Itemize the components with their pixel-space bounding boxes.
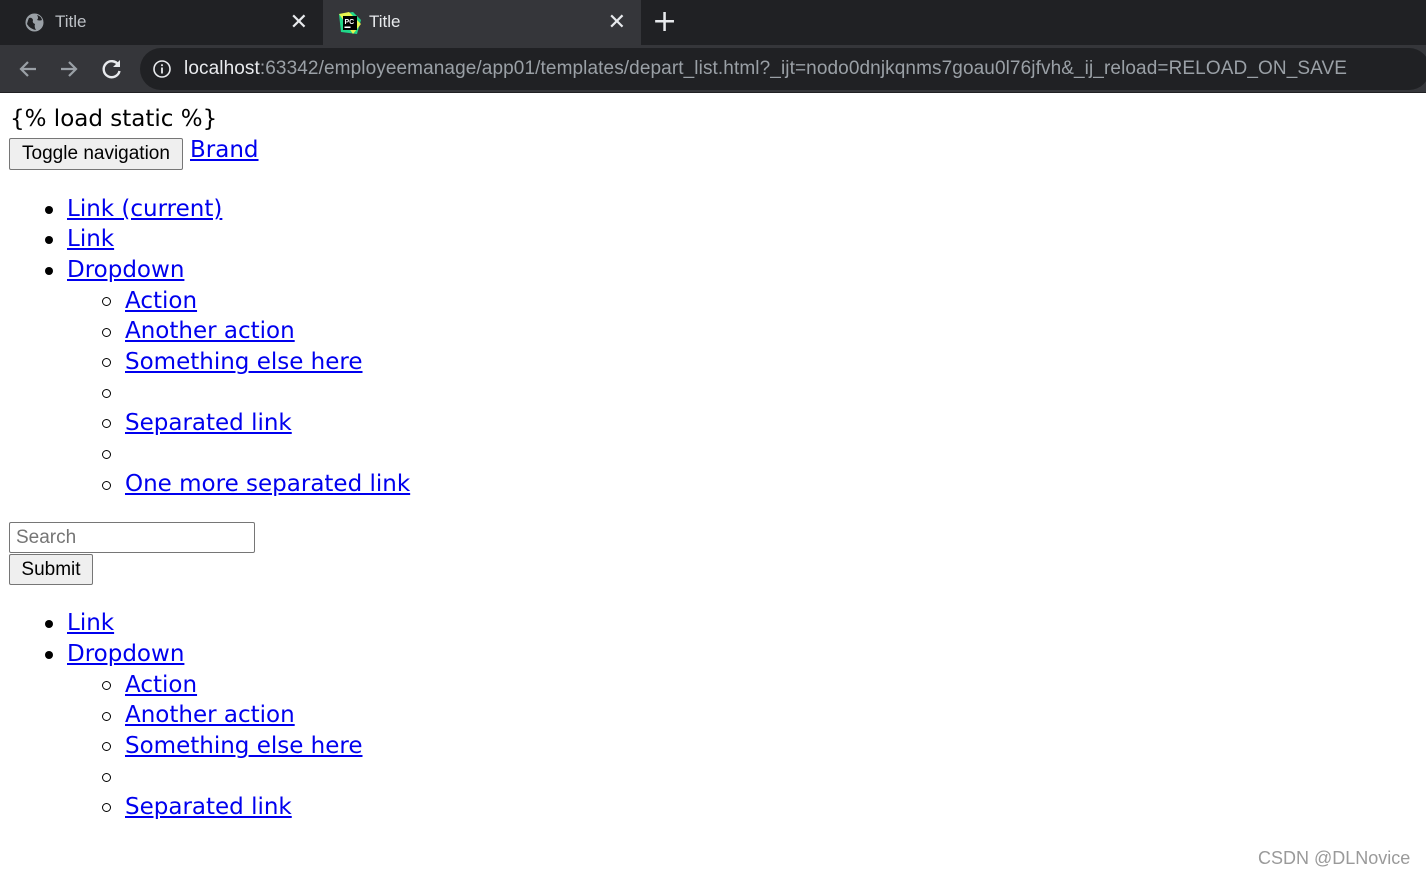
tab-strip: Title ✕ PC Title ✕ + [0, 0, 1426, 45]
list-item: Link (current) [67, 194, 222, 224]
page-content: {% load static %} Toggle navigation Bran… [0, 94, 1426, 871]
list-bullet [45, 267, 53, 275]
brand-link[interactable]: Brand [190, 137, 259, 163]
list-item: Action [125, 286, 197, 316]
list-bullet [45, 206, 53, 214]
dropdown-link[interactable]: Dropdown [67, 257, 184, 283]
list-bullet [102, 419, 111, 428]
list-bullet [102, 742, 111, 751]
list-item: Action [125, 670, 197, 700]
divider-list-item [102, 389, 111, 398]
nav-link[interactable]: Link [67, 610, 114, 636]
list-item: Another action [125, 316, 295, 346]
forward-arrow-icon[interactable] [54, 54, 84, 84]
address-bar[interactable]: localhost:63342/employeemanage/app01/tem… [140, 48, 1426, 90]
something-else-link[interactable]: Something else here [125, 349, 363, 375]
list-item: Link [67, 608, 114, 638]
something-else-link[interactable]: Something else here [125, 733, 363, 759]
browser-tab-2[interactable]: PC Title ✕ [323, 0, 641, 45]
divider-list-item [102, 773, 111, 782]
list-item: Link [67, 224, 114, 254]
search-input[interactable] [9, 522, 255, 553]
watermark-text: CSDN @DLNovice [1258, 848, 1411, 868]
list-item: One more separated link [125, 469, 410, 499]
list-bullet [102, 297, 111, 306]
list-item: Something else here [125, 347, 363, 377]
reload-icon[interactable] [97, 54, 127, 84]
globe-icon [24, 12, 45, 33]
list-item: Dropdown [67, 639, 184, 669]
url-path: :63342/employeemanage/app01/templates/de… [259, 58, 1348, 79]
nav-link-current[interactable]: Link (current) [67, 196, 222, 222]
list-bullet [102, 481, 111, 490]
pycharm-icon: PC [339, 12, 361, 34]
tab-title: Title [55, 12, 87, 31]
back-arrow-icon[interactable] [13, 54, 43, 84]
list-bullet [102, 681, 111, 690]
list-bullet [45, 651, 53, 659]
url-host: localhost [184, 58, 260, 79]
list-item: Separated link [125, 792, 292, 822]
browser-tab-1[interactable]: Title ✕ [0, 0, 323, 45]
list-item: Another action [125, 700, 295, 730]
nav-link[interactable]: Link [67, 226, 114, 252]
dropdown-link[interactable]: Dropdown [67, 641, 184, 667]
list-item: Dropdown [67, 255, 184, 285]
template-tag-text: {% load static %} [10, 106, 218, 132]
action-link[interactable]: Action [125, 288, 197, 314]
one-more-separated-link[interactable]: One more separated link [125, 471, 410, 497]
svg-text:PC: PC [345, 19, 355, 26]
close-tab-icon[interactable]: ✕ [290, 8, 308, 36]
list-bullet [102, 712, 111, 721]
list-bullet [102, 803, 111, 812]
separated-link[interactable]: Separated link [125, 794, 292, 820]
action-link[interactable]: Action [125, 672, 197, 698]
close-tab-icon[interactable]: ✕ [608, 8, 626, 36]
browser-toolbar: localhost:63342/employeemanage/app01/tem… [0, 45, 1426, 93]
list-bullet [102, 358, 111, 367]
list-item: Separated link [125, 408, 292, 438]
list-item: Something else here [125, 731, 363, 761]
toggle-navigation-button[interactable]: Toggle navigation [9, 138, 183, 170]
another-action-link[interactable]: Another action [125, 318, 295, 344]
submit-button[interactable]: Submit [9, 554, 93, 585]
tab-title: Title [369, 12, 401, 31]
separated-link[interactable]: Separated link [125, 410, 292, 436]
list-bullet [102, 328, 111, 337]
url-text[interactable]: localhost:63342/employeemanage/app01/tem… [184, 58, 1347, 80]
list-bullet [45, 620, 53, 628]
info-icon[interactable] [152, 59, 172, 79]
another-action-link[interactable]: Another action [125, 702, 295, 728]
divider-list-item [102, 450, 111, 459]
new-tab-button[interactable]: + [652, 7, 677, 37]
list-bullet [45, 236, 53, 244]
